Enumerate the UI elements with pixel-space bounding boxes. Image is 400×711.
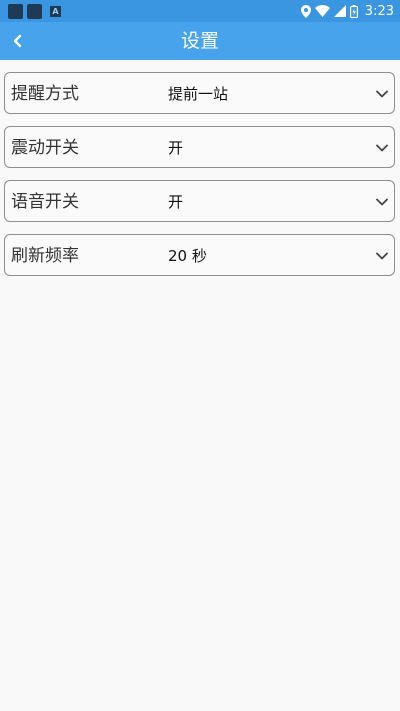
settings-screen: A 3:23 设置 提醒方式 提前一站 震动开关 开 语音开关 开 刷新频率 2… [0,0,400,711]
setting-label: 语音开关 [11,192,79,212]
wifi-icon [314,5,330,17]
chevron-down-icon [375,141,389,155]
setting-value: 20 秒 [168,247,207,265]
status-time: 3:23 [364,3,394,19]
setting-value: 开 [168,193,184,211]
status-bar-left: A [8,3,61,19]
chevron-down-icon [375,195,389,209]
status-bar-right: 3:23 [300,3,394,19]
page-title: 设置 [180,30,219,52]
location-icon [300,4,311,18]
chevron-down-icon [375,249,389,263]
setting-label: 提醒方式 [11,84,79,104]
vibration-switch-dropdown[interactable]: 震动开关 开 [4,126,395,168]
a-badge-icon: A [50,5,61,17]
reminder-method-dropdown[interactable]: 提醒方式 提前一站 [4,72,395,114]
notification-square-icon [8,3,23,19]
refresh-rate-dropdown[interactable]: 刷新频率 20 秒 [4,234,395,276]
setting-label: 刷新频率 [11,246,79,266]
notification-square-icon [27,3,42,19]
battery-icon [349,4,358,18]
app-bar: 设置 [0,22,400,60]
setting-label: 震动开关 [11,138,79,158]
setting-value: 提前一站 [168,85,229,103]
voice-switch-dropdown[interactable]: 语音开关 开 [4,180,395,222]
status-bar: A 3:23 [0,0,400,22]
signal-icon [333,5,346,17]
setting-value: 开 [168,139,184,157]
settings-list: 提醒方式 提前一站 震动开关 开 语音开关 开 刷新频率 20 秒 [4,72,396,288]
chevron-down-icon [375,87,389,101]
